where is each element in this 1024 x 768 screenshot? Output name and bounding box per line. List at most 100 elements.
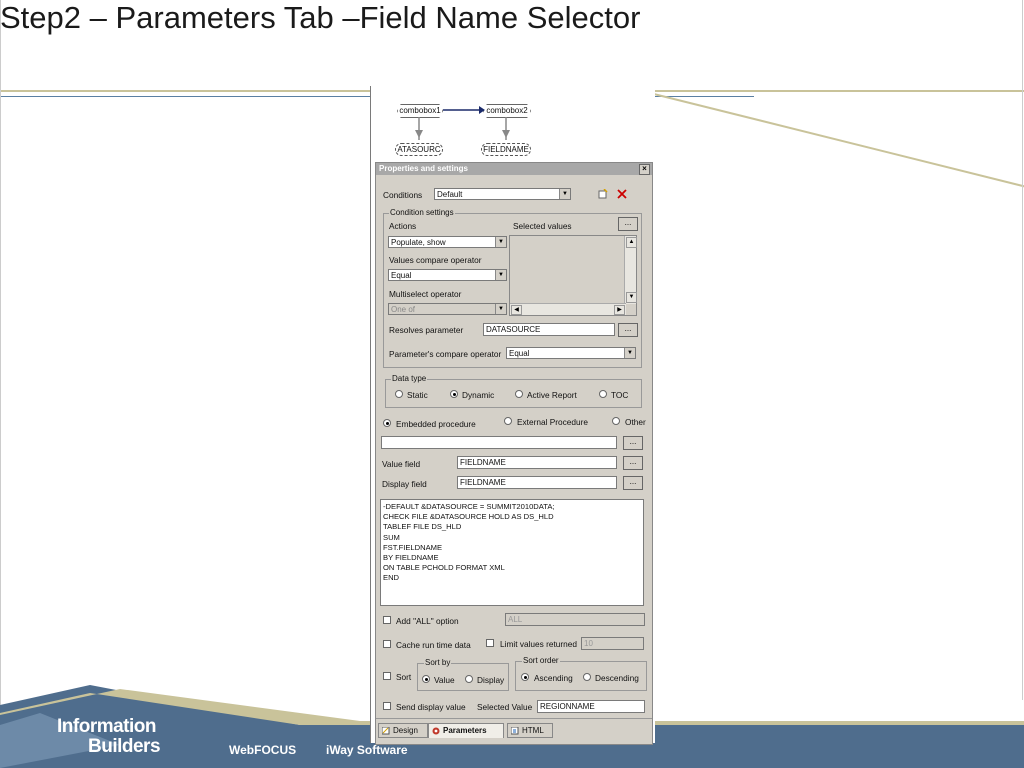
selected-values-label: Selected values [513,221,572,231]
tab-parameters[interactable]: Parameters [428,723,504,738]
multiselect-select[interactable]: One of ▼ [388,303,507,315]
data-type-static-label: Static [407,390,428,400]
selected-values-browse-button[interactable]: ... [618,217,638,231]
tab-html-label: HTML [522,726,544,735]
left-edge-line [0,0,1,768]
parameters-icon [432,727,440,735]
data-type-toc-radio[interactable] [599,390,607,398]
sort-descending-radio[interactable] [583,673,591,681]
chevron-down-icon: ▼ [624,348,635,358]
selected-value-field[interactable]: REGIONNAME [537,700,645,713]
logo-builders: Builders [88,736,161,757]
send-display-checkbox[interactable] [383,702,391,710]
scroll-up-icon[interactable]: ▲ [626,237,637,248]
title-rule-gold-right [654,90,1024,92]
sort-checkbox[interactable] [383,672,391,680]
cache-runtime-label: Cache run time data [396,640,471,650]
sort-by-label: Sort by [424,658,452,668]
right-edge-line [1022,0,1023,700]
chevron-down-icon: ▼ [495,237,506,247]
embedded-procedure-label: Embedded procedure [396,419,476,429]
tab-parameters-label: Parameters [443,726,487,735]
node-fieldname[interactable]: FIELDNAME [481,143,531,156]
add-all-checkbox[interactable] [383,616,391,624]
multiselect-label: Multiselect operator [389,289,462,299]
sort-by-value-radio[interactable] [422,675,430,683]
title-rule-blue [0,96,370,97]
tab-design[interactable]: Design [378,723,428,738]
selected-values-list[interactable]: ▲ ▼ ◀ ▶ [509,235,637,316]
design-icon [382,727,390,735]
actions-label: Actions [389,221,417,231]
footer-product-iway: iWay Software [326,743,408,757]
sort-by-display-label: Display [477,675,505,685]
actions-value: Populate, show [391,238,446,247]
procedure-path-browse-button[interactable]: ... [623,436,643,450]
panel-titlebar: Properties and settings × [376,163,652,175]
data-type-active-report-label: Active Report [527,390,577,400]
sort-ascending-radio[interactable] [521,673,529,681]
cache-runtime-checkbox[interactable] [383,640,391,648]
properties-panel: Properties and settings × Conditions Def… [375,162,653,745]
resolves-parameter-field[interactable]: DATASOURCE [483,323,615,336]
limit-values-stepper[interactable]: 10 [581,637,644,650]
resolves-parameter-label: Resolves parameter [389,325,464,335]
data-type-static-radio[interactable] [395,390,403,398]
resolves-parameter-browse-button[interactable]: ... [618,323,638,337]
logo-information: Information [57,716,157,737]
slide-title: Step2 – Parameters Tab –Field Name Selec… [0,0,641,35]
procedure-path-field[interactable] [381,436,617,449]
chevron-down-icon: ▼ [495,270,506,280]
node-label: FIELDNAME [483,145,529,154]
selected-value-label: Selected Value [477,702,533,712]
scroll-left-icon[interactable]: ◀ [511,305,522,315]
data-type-dynamic-label: Dynamic [462,390,495,400]
other-procedure-radio[interactable] [612,417,620,425]
embedded-procedure-radio[interactable] [383,419,391,427]
tab-html[interactable]: HTML [507,723,553,738]
vertical-scrollbar[interactable]: ▲ ▼ [624,236,637,304]
values-compare-select[interactable]: Equal ▼ [388,269,507,281]
conditions-label: Conditions [383,190,423,200]
procedure-code-editor[interactable]: -DEFAULT &DATASOURCE = SUMMIT2010DATA; C… [380,499,644,606]
data-type-active-report-radio[interactable] [515,390,523,398]
delete-condition-icon[interactable] [617,189,627,199]
node-label: ATASOURC [397,145,441,154]
param-compare-value: Equal [509,349,530,358]
external-procedure-radio[interactable] [504,417,512,425]
close-icon[interactable]: × [639,164,650,175]
display-field-browse-button[interactable]: ... [623,476,643,490]
sort-by-display-radio[interactable] [465,675,473,683]
sort-descending-label: Descending [595,673,639,683]
actions-select[interactable]: Populate, show ▼ [388,236,507,248]
data-type-label: Data type [391,374,428,384]
param-compare-select[interactable]: Equal ▼ [506,347,636,359]
limit-values-checkbox[interactable] [486,639,494,647]
html-icon [511,727,519,735]
sort-by-value-label: Value [434,675,455,685]
value-field-browse-button[interactable]: ... [623,456,643,470]
conditions-select[interactable]: Default ▼ [434,188,571,200]
add-all-label: Add "ALL" option [396,616,459,626]
sort-ascending-label: Ascending [534,673,573,683]
designer-screenshot: combobox1 combobox2 ATASOURC FIELDNAME P… [370,86,655,745]
limit-values-label: Limit values returned [500,639,578,649]
display-field-input[interactable]: FIELDNAME [457,476,617,489]
data-type-dynamic-radio[interactable] [450,390,458,398]
panel-title: Properties and settings [379,164,468,173]
new-condition-icon[interactable] [598,189,608,199]
value-field-input[interactable]: FIELDNAME [457,456,617,469]
sort-label: Sort [396,672,412,682]
scroll-right-icon[interactable]: ▶ [614,305,625,315]
values-compare-label: Values compare operator [389,255,482,265]
footer-product-webfocus: WebFOCUS [229,743,297,757]
horizontal-scrollbar[interactable]: ◀ ▶ [510,303,626,315]
value-field-label: Value field [382,459,421,469]
scroll-down-icon[interactable]: ▼ [626,292,637,303]
node-datasource[interactable]: ATASOURC [395,143,443,156]
chevron-down-icon: ▼ [559,189,570,199]
values-compare-value: Equal [391,271,412,280]
multiselect-value: One of [391,305,416,314]
data-type-toc-label: TOC [611,390,629,400]
add-all-value-field[interactable]: ALL [505,613,645,626]
